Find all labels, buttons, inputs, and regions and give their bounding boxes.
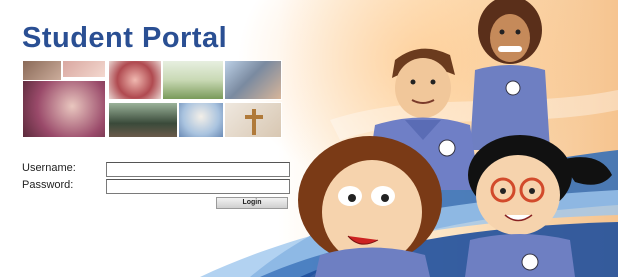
- collage-photo: [108, 60, 162, 100]
- collage-photo: [224, 102, 282, 138]
- username-label: Username:: [22, 162, 76, 174]
- login-button[interactable]: Login: [216, 197, 288, 209]
- page-title: Student Portal: [22, 22, 228, 54]
- collage-photo: [224, 60, 282, 100]
- collage-photo: [22, 80, 106, 138]
- collage-photo: [178, 102, 224, 138]
- cross-icon: [245, 109, 263, 135]
- password-label: Password:: [22, 179, 74, 191]
- photo-collage: [22, 60, 284, 138]
- username-input[interactable]: [106, 162, 290, 177]
- collage-photo: [62, 60, 106, 78]
- collage-photo: [108, 102, 178, 138]
- collage-photo: [162, 60, 224, 100]
- password-input[interactable]: [106, 179, 290, 194]
- student-girl-top-illustration: [470, 0, 550, 150]
